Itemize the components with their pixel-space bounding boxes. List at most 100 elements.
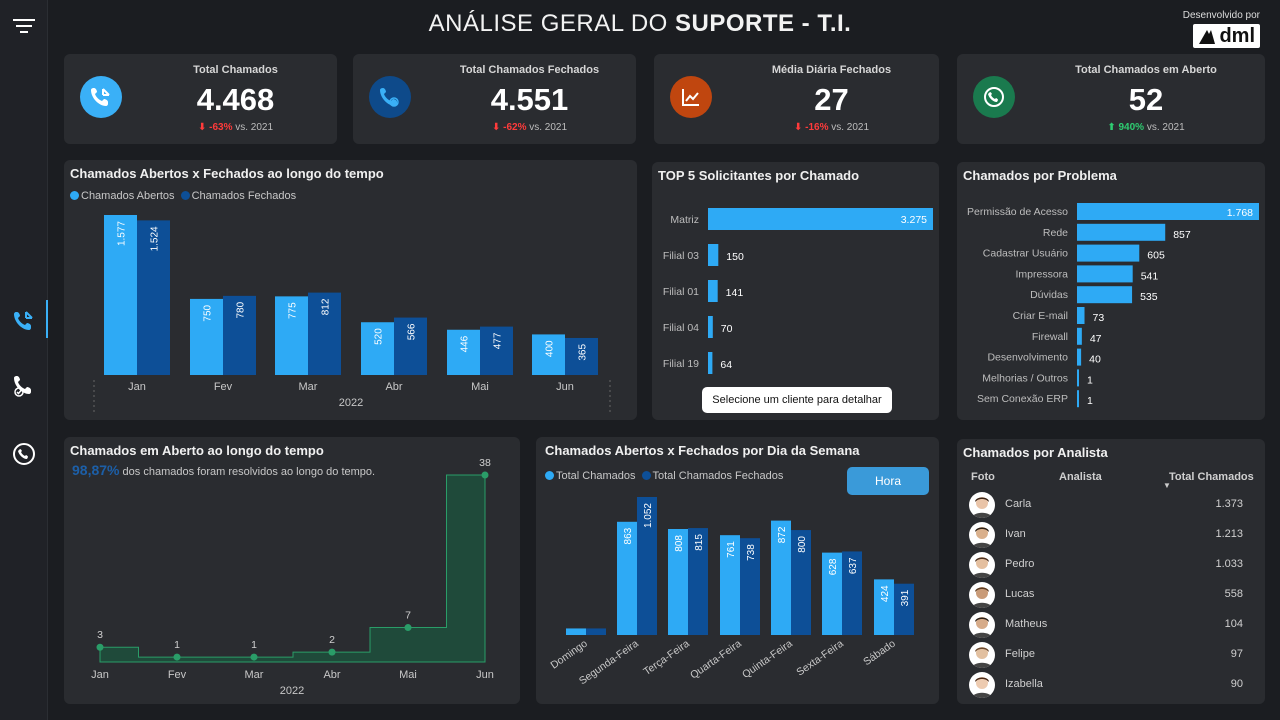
point-data-label: 1 xyxy=(174,639,180,651)
y-tick-label: Filial 01 xyxy=(663,286,699,298)
table-row[interactable]: Ivan 1.213 xyxy=(957,520,1265,550)
bar-data-label: 400 xyxy=(545,340,556,357)
col-header-foto[interactable]: Foto xyxy=(971,471,995,483)
bar-data-label: 857 xyxy=(1173,229,1191,241)
analyst-name: Lucas xyxy=(1005,588,1035,600)
area-chart-aberto: 3 Jan 1 Fev 1 Mar 2 Abr 7 Mai 38 Jun 2022 xyxy=(91,457,494,697)
y-tick-label: Melhorias / Outros xyxy=(982,372,1068,384)
x-tick-label: Jun xyxy=(476,669,494,681)
x-tick-label: Mai xyxy=(471,381,489,393)
y-tick-label: Impressora xyxy=(1015,268,1068,280)
y-tick-label: Sem Conexão ERP xyxy=(977,393,1068,405)
kpi-total-chamados: Total Chamados 4.468 ⬇ -63% vs. 2021 xyxy=(64,54,337,144)
x-tick-label: Fev xyxy=(168,669,187,681)
nav-closed-calls-icon[interactable] xyxy=(0,366,48,406)
analyst-total: 1.033 xyxy=(1215,558,1243,570)
bar-data-label: 535 xyxy=(1140,291,1158,303)
avatar xyxy=(969,492,995,518)
bar-data-label: 863 xyxy=(623,527,634,544)
analyst-name: Felipe xyxy=(1005,648,1035,660)
bar-data-label: 800 xyxy=(797,536,808,553)
analyst-total: 1.213 xyxy=(1215,528,1243,540)
hbar-chart-problema: Permissão de Acesso 1.768 Rede 857 Cadastrar… xyxy=(967,203,1259,408)
table-row[interactable]: Carla 1.373 xyxy=(957,490,1265,520)
kpi-em-aberto: Total Chamados em Aberto 52 ⬆ 940% vs. 2… xyxy=(957,54,1265,144)
x-tick-label: Sábado xyxy=(861,638,898,669)
analyst-table-body: Carla 1.373 Ivan 1.213 Pedro 1.033 Lucas… xyxy=(957,490,1265,700)
bar-total xyxy=(566,628,586,635)
x-tick-label: Jun xyxy=(556,381,574,393)
table-row[interactable]: Pedro 1.033 xyxy=(957,550,1265,580)
avatar xyxy=(969,672,995,698)
bar-data-label: 1 xyxy=(1087,374,1093,386)
nav-incoming-calls-icon[interactable] xyxy=(0,300,48,340)
bar-solicitante xyxy=(708,208,933,230)
kpi-label: Total Chamados xyxy=(193,64,278,76)
analyst-total: 97 xyxy=(1230,648,1243,660)
bar-problema xyxy=(1077,265,1133,283)
bar-data-label: 605 xyxy=(1147,250,1165,262)
select-client-button[interactable]: Selecione um cliente para detalhar xyxy=(702,387,892,413)
bar-data-label: 566 xyxy=(407,323,418,340)
nav-active-indicator xyxy=(46,300,48,338)
x-tick-label: Mar xyxy=(245,669,264,681)
table-row[interactable]: Matheus 104 xyxy=(957,610,1265,640)
bar-data-label: 365 xyxy=(578,344,589,361)
bar-data-label: 1.768 xyxy=(1227,207,1253,219)
analyst-name: Izabella xyxy=(1005,678,1043,690)
avatar xyxy=(969,642,995,668)
bar-problema xyxy=(1077,286,1133,304)
col-header-analista[interactable]: Analista xyxy=(1059,471,1102,483)
bar-problema xyxy=(1077,223,1166,241)
bar-data-label: 70 xyxy=(721,323,733,335)
panel-chamados-problema: Chamados por Problema Permissão de Acess… xyxy=(957,162,1265,420)
x-tick-label: Quarta-Feira xyxy=(688,638,744,682)
point-data-label: 1 xyxy=(251,639,257,651)
y-tick-label: Matriz xyxy=(670,214,699,226)
bar-data-label: 808 xyxy=(674,535,685,552)
bar-data-label: 150 xyxy=(726,251,744,263)
data-point xyxy=(481,471,489,479)
x-tick-label: Jan xyxy=(91,669,109,681)
kpi-label: Total Chamados em Aberto xyxy=(1075,64,1217,76)
kpi-media-diaria: Média Diária Fechados 27 ⬇ -16% vs. 2021 xyxy=(654,54,939,144)
data-point xyxy=(404,624,412,632)
table-row[interactable]: Felipe 97 xyxy=(957,640,1265,670)
analyst-name: Matheus xyxy=(1005,618,1048,630)
bar-data-label: 3.275 xyxy=(901,214,927,226)
bar-data-label: 477 xyxy=(493,332,504,349)
kpi-label: Média Diária Fechados xyxy=(771,64,892,76)
col-header-total[interactable]: Total Chamados xyxy=(1169,471,1254,483)
bar-data-label: 40 xyxy=(1089,354,1101,366)
table-row[interactable]: Lucas 558 xyxy=(957,580,1265,610)
x-tick-label: Abr xyxy=(385,381,402,393)
bar-data-label: 780 xyxy=(236,301,247,318)
kpi-value: 27 xyxy=(814,82,849,117)
bar-solicitante xyxy=(708,280,718,302)
y-tick-label: Permissão de Acesso xyxy=(967,206,1068,218)
data-point xyxy=(96,643,104,651)
bar-data-label: 446 xyxy=(460,335,471,352)
bar-data-label: 628 xyxy=(828,558,839,575)
bar-data-label: 141 xyxy=(726,287,744,299)
panel-dia-semana: Chamados Abertos x Fechados por Dia da S… xyxy=(536,437,939,704)
y-tick-label: Filial 19 xyxy=(663,358,699,370)
kpi-total-fechados: Total Chamados Fechados 4.551 ⬇ -62% vs.… xyxy=(353,54,636,144)
bar-data-label: 1.052 xyxy=(643,503,654,528)
panel-title: Chamados por Analista xyxy=(963,445,1108,460)
nav-open-calls-icon[interactable] xyxy=(0,434,48,474)
kpi-comparison: ⬆ 940% vs. 2021 xyxy=(1107,122,1185,133)
bar-data-label: 1.524 xyxy=(150,226,161,251)
y-tick-label: Filial 04 xyxy=(663,322,699,334)
dml-logo: dml xyxy=(1193,24,1260,48)
data-point xyxy=(250,653,258,661)
analyst-name: Carla xyxy=(1005,498,1032,510)
kpi-label: Total Chamados Fechados xyxy=(459,64,600,76)
sort-desc-icon[interactable]: ▼ xyxy=(1163,481,1171,490)
x-tick-label: Domingo xyxy=(548,638,589,672)
x-tick-label: Jan xyxy=(128,381,146,393)
table-row[interactable]: Izabella 90 xyxy=(957,670,1265,700)
kpi-value: 4.468 xyxy=(196,82,275,117)
point-data-label: 38 xyxy=(479,457,491,469)
bar-problema xyxy=(1077,327,1082,345)
